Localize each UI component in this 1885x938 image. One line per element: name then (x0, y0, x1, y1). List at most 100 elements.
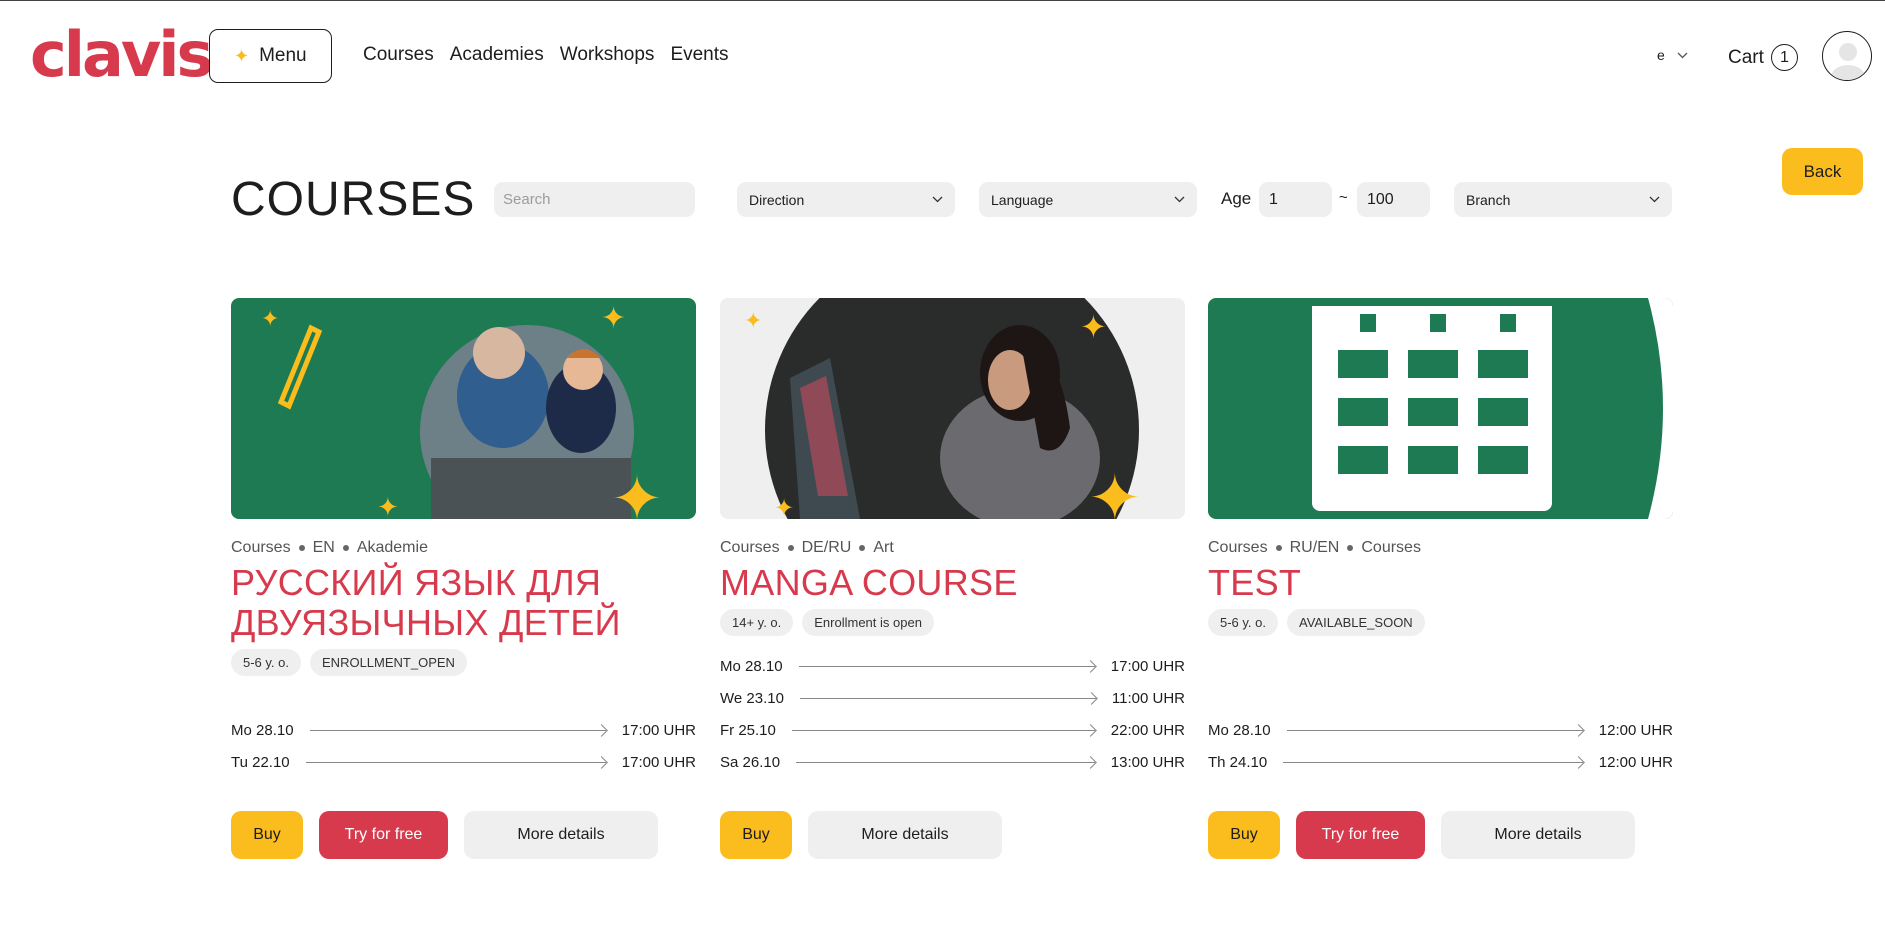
age-label: Age (1221, 189, 1252, 208)
back-button[interactable]: Back (1782, 148, 1863, 195)
arrow-line-icon (796, 761, 1095, 763)
age-tag: 5-6 y. o. (1208, 609, 1279, 636)
arrow-line-icon (798, 665, 1095, 667)
session-day: Mo 28.10 (231, 721, 294, 739)
main-nav: Courses Academies Workshops Events (363, 44, 729, 66)
session-day: We 23.10 (720, 689, 784, 707)
card-actions: Buy Try for free More details (1208, 811, 1635, 859)
chevron-down-icon (1677, 52, 1688, 58)
branch-select[interactable]: Branch (1454, 182, 1672, 217)
session-time: 17:00 UHR (1110, 657, 1185, 675)
svg-text:✦: ✦ (377, 492, 399, 519)
session-day: Fr 25.10 (720, 721, 776, 739)
arrow-line-icon (1283, 761, 1583, 763)
meta-language: EN (312, 539, 335, 556)
arrow-line-icon (1286, 729, 1583, 731)
card-actions: Buy Try for free More details (231, 811, 658, 859)
calendar-icon (1208, 298, 1673, 519)
buy-button[interactable]: Buy (720, 811, 792, 859)
course-card: ✦ ✦ ✦ ✦ Courses DE/RU Art MANGA COURSE 1… (720, 298, 1185, 859)
session-time: 17:00 UHR (621, 721, 696, 739)
user-avatar[interactable] (1822, 31, 1872, 81)
nav-courses[interactable]: Courses (363, 44, 434, 66)
session-time: 13:00 UHR (1110, 753, 1185, 771)
nav-academies[interactable]: Academies (450, 44, 544, 66)
session-row: Mo 28.10 17:00 UHR (231, 714, 696, 746)
course-card: ✦ ✦ ✦ ✦ Courses EN Akademie РУССКИЙ ЯЗЫК… (231, 298, 696, 859)
language-switcher-label: e (1657, 47, 1665, 63)
course-title[interactable]: TEST (1208, 563, 1673, 603)
language-select-label: Language (991, 191, 1054, 208)
session-time: 12:00 UHR (1598, 753, 1673, 771)
age-tag: 14+ y. o. (720, 609, 794, 636)
sparkle-icon: ✦ (234, 45, 250, 66)
site-header: clavis ✦ Menu Courses Academies Workshop… (0, 0, 1885, 112)
status-tag: ENROLLMENT_OPEN (310, 649, 467, 676)
language-switcher[interactable]: e (1657, 47, 1688, 63)
separator-dot (298, 545, 305, 551)
direction-select-label: Direction (749, 191, 805, 208)
meta-language: RU/EN (1289, 539, 1340, 556)
course-illustration: ✦ ✦ ✦ ✦ (261, 302, 663, 519)
separator-dot (342, 545, 349, 551)
age-max-input[interactable] (1357, 182, 1430, 217)
separator-dot (1347, 545, 1354, 551)
session-row: Fr 25.10 22:00 UHR (720, 714, 1185, 746)
clavis-logo[interactable]: clavis (30, 24, 213, 86)
language-select[interactable]: Language (979, 182, 1197, 217)
svg-text:✦: ✦ (611, 465, 663, 519)
meta-type: Courses (231, 539, 291, 556)
chevron-down-icon (1174, 196, 1185, 203)
course-image[interactable] (1208, 298, 1673, 519)
course-card: Courses RU/EN Courses TEST 5-6 y. o. AVA… (1208, 298, 1673, 859)
nav-workshops[interactable]: Workshops (560, 44, 655, 66)
session-day: Th 24.10 (1208, 753, 1268, 771)
menu-button-label: Menu (259, 45, 307, 66)
separator-dot (787, 545, 794, 551)
try-for-free-button[interactable]: Try for free (319, 811, 448, 859)
session-row: Mo 28.10 12:00 UHR (1208, 714, 1673, 746)
course-image[interactable]: ✦ ✦ ✦ ✦ (231, 298, 696, 519)
course-title[interactable]: РУССКИЙ ЯЗЫК ДЛЯ ДВУЯЗЫЧНЫХ ДЕТЕЙ (231, 563, 696, 643)
nav-events[interactable]: Events (670, 44, 728, 66)
session-day: Sa 26.10 (720, 753, 781, 771)
cart-count-badge: 1 (1770, 44, 1798, 71)
search-input[interactable] (494, 182, 695, 217)
svg-text:✦: ✦ (601, 302, 626, 335)
buy-button[interactable]: Buy (231, 811, 303, 859)
chevron-down-icon (932, 196, 943, 203)
card-actions: Buy More details (720, 811, 1002, 859)
session-list: Mo 28.10 17:00 UHR Tu 22.10 17:00 UHR (231, 714, 696, 778)
direction-select[interactable]: Direction (737, 182, 955, 217)
try-for-free-button[interactable]: Try for free (1296, 811, 1425, 859)
svg-text:✦: ✦ (1088, 462, 1142, 519)
more-details-button[interactable]: More details (808, 811, 1002, 859)
cart-button[interactable]: Cart 1 (1728, 44, 1798, 71)
course-image[interactable]: ✦ ✦ ✦ ✦ (720, 298, 1185, 519)
session-time: 22:00 UHR (1110, 721, 1185, 739)
course-tags: 5-6 y. o. ENROLLMENT_OPEN (231, 649, 696, 676)
age-tag: 5-6 y. o. (231, 649, 302, 676)
session-time: 12:00 UHR (1598, 721, 1673, 739)
more-details-button[interactable]: More details (1441, 811, 1635, 859)
session-row: Sa 26.10 13:00 UHR (720, 746, 1185, 778)
course-illustration: ✦ ✦ ✦ ✦ (744, 298, 1142, 519)
meta-language: DE/RU (801, 539, 852, 556)
course-tags: 5-6 y. o. AVAILABLE_SOON (1208, 609, 1673, 636)
meta-category: Courses (1361, 539, 1421, 556)
separator-dot (859, 545, 866, 551)
course-meta: Courses DE/RU Art (720, 539, 1185, 557)
menu-button[interactable]: ✦ Menu (209, 29, 332, 83)
session-time: 11:00 UHR (1111, 689, 1185, 707)
session-time: 17:00 UHR (621, 753, 696, 771)
session-list: Mo 28.10 17:00 UHR We 23.10 11:00 UHR Fr… (720, 650, 1185, 778)
session-row: Tu 22.10 17:00 UHR (231, 746, 696, 778)
course-title[interactable]: MANGA COURSE (720, 563, 1185, 603)
buy-button[interactable]: Buy (1208, 811, 1280, 859)
branch-select-label: Branch (1466, 191, 1511, 208)
page-title: COURSES (231, 173, 476, 226)
status-tag: Enrollment is open (802, 609, 934, 636)
age-min-input[interactable] (1259, 182, 1332, 217)
more-details-button[interactable]: More details (464, 811, 658, 859)
session-row: We 23.10 11:00 UHR (720, 682, 1185, 714)
